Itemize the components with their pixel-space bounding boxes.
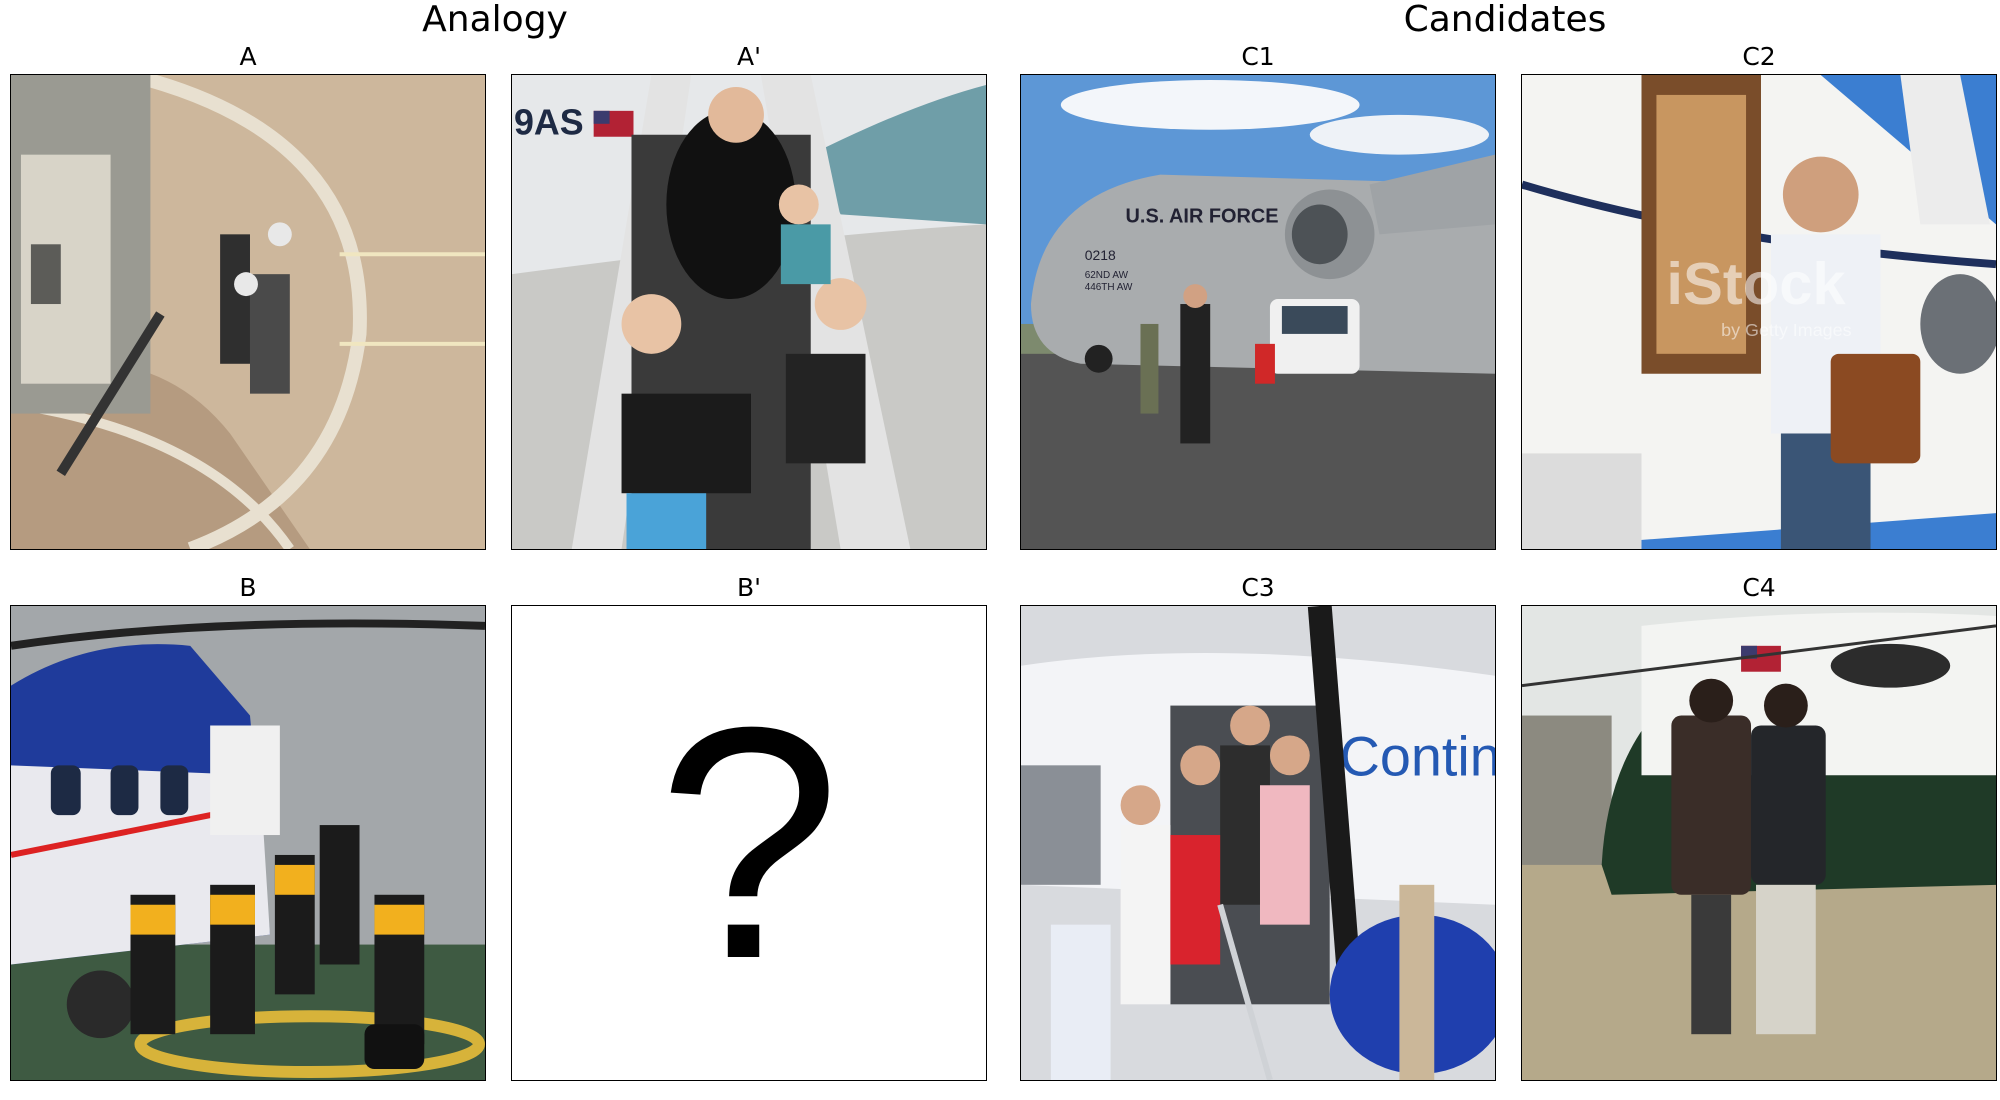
livery-text: Contin <box>1340 725 1495 787</box>
propeller-plane-passengers-image: Contin <box>1021 606 1495 1080</box>
family-stairs-image: 9AS <box>512 75 986 549</box>
panel-label-c2: C2 <box>1742 42 1776 71</box>
analogy-title: Analogy <box>422 0 568 40</box>
panel-label-b: B <box>239 573 257 602</box>
private-jet-man-image: iStock by Getty Images <box>1522 75 1996 549</box>
image-c4[interactable] <box>1521 605 1997 1081</box>
image-b-prime-unknown: ? <box>511 605 987 1081</box>
tail-text: 9AS <box>514 103 584 143</box>
image-b[interactable] <box>10 605 486 1081</box>
panel-label-c4: C4 <box>1742 573 1776 602</box>
air-force-plane-image: U.S. AIR FORCE 0218 62ND AW 446TH AW <box>1021 75 1495 549</box>
question-mark-icon: ? <box>657 658 841 1027</box>
image-a[interactable] <box>10 74 486 550</box>
couple-helicopter-image <box>1522 606 1996 1080</box>
watermark-sub-text: by Getty Images <box>1721 320 1851 340</box>
panel-label-b-prime: B' <box>736 573 762 602</box>
panel-label-c1: C1 <box>1241 42 1275 71</box>
fuselage-text: U.S. AIR FORCE <box>1126 205 1279 227</box>
image-c1[interactable]: U.S. AIR FORCE 0218 62ND AW 446TH AW <box>1020 74 1496 550</box>
image-c2[interactable]: iStock by Getty Images <box>1521 74 1997 550</box>
image-c3[interactable]: Contin <box>1020 605 1496 1081</box>
candidates-title: Candidates <box>1403 0 1607 40</box>
tail-number-text: 0218 <box>1085 247 1116 263</box>
panel-label-a-prime: A' <box>737 42 761 71</box>
watermark-text: iStock <box>1666 250 1846 317</box>
image-a-prime[interactable]: 9AS <box>511 74 987 550</box>
unit2-text: 446TH AW <box>1085 282 1133 293</box>
unit-text: 62ND AW <box>1085 270 1129 281</box>
panel-label-c3: C3 <box>1241 573 1275 602</box>
panel-label-a: A <box>239 42 257 71</box>
offshore-helicopter-image <box>11 606 485 1080</box>
helipad-aerial-image <box>11 75 485 549</box>
